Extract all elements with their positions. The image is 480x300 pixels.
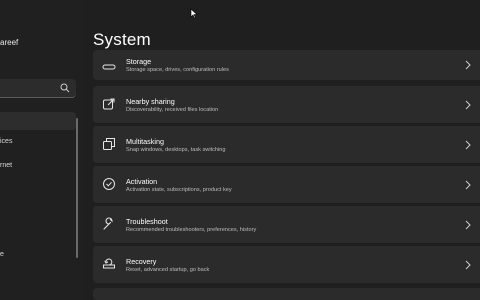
multitasking-icon <box>102 137 116 151</box>
chevron-right-icon <box>465 60 471 70</box>
sidebar: areef ices rnet e <box>0 0 82 300</box>
main-panel: System Storage Storage space, drives, co… <box>82 0 480 300</box>
search-icon[interactable] <box>60 83 70 93</box>
wrench-icon <box>102 217 116 231</box>
setting-desc: Recommended troubleshooters, preferences… <box>126 227 257 233</box>
mouse-cursor-icon <box>190 8 198 19</box>
setting-title: Multitasking <box>126 137 164 146</box>
page-title: System <box>93 30 151 49</box>
setting-nearby-sharing[interactable]: Nearby sharing Discoverability, received… <box>93 86 480 123</box>
setting-storage[interactable]: Storage Storage space, drives, configura… <box>93 50 480 80</box>
setting-desc: Snap windows, desktops, task switching <box>126 147 226 153</box>
setting-next[interactable] <box>93 288 480 300</box>
user-name: areef <box>0 38 19 47</box>
setting-desc: Reset, advanced startup, go back <box>126 267 210 273</box>
setting-title: Activation <box>126 177 158 186</box>
chevron-right-icon <box>465 180 471 190</box>
setting-title: Storage <box>126 57 152 66</box>
chevron-right-icon <box>465 100 471 110</box>
sidebar-scrollbar[interactable] <box>76 118 78 258</box>
setting-desc: Activation state, subscriptions, product… <box>126 187 232 193</box>
setting-activation[interactable]: Activation Activation state, subscriptio… <box>93 166 480 203</box>
setting-title: Troubleshoot <box>126 217 168 226</box>
recovery-icon <box>102 257 116 271</box>
setting-troubleshoot[interactable]: Troubleshoot Recommended troubleshooters… <box>93 206 480 243</box>
chevron-right-icon <box>465 220 471 230</box>
sidebar-item-devices[interactable]: ices <box>0 138 12 145</box>
sidebar-item-network[interactable]: rnet <box>0 162 12 169</box>
setting-title: Recovery <box>126 257 157 266</box>
setting-desc: Discoverability, received files location <box>126 107 219 113</box>
setting-recovery[interactable]: Recovery Reset, advanced startup, go bac… <box>93 246 480 283</box>
setting-multitasking[interactable]: Multitasking Snap windows, desktops, tas… <box>93 126 480 163</box>
chevron-right-icon <box>465 140 471 150</box>
sidebar-item-update[interactable]: e <box>0 251 4 258</box>
storage-icon <box>102 60 116 74</box>
search-input[interactable] <box>0 79 76 98</box>
setting-title: Nearby sharing <box>126 97 175 106</box>
share-icon <box>102 97 116 111</box>
sidebar-item-system[interactable] <box>0 112 76 130</box>
check-circle-icon <box>102 177 116 191</box>
setting-desc: Storage space, drives, configuration rul… <box>126 67 229 73</box>
chevron-right-icon <box>465 260 471 270</box>
